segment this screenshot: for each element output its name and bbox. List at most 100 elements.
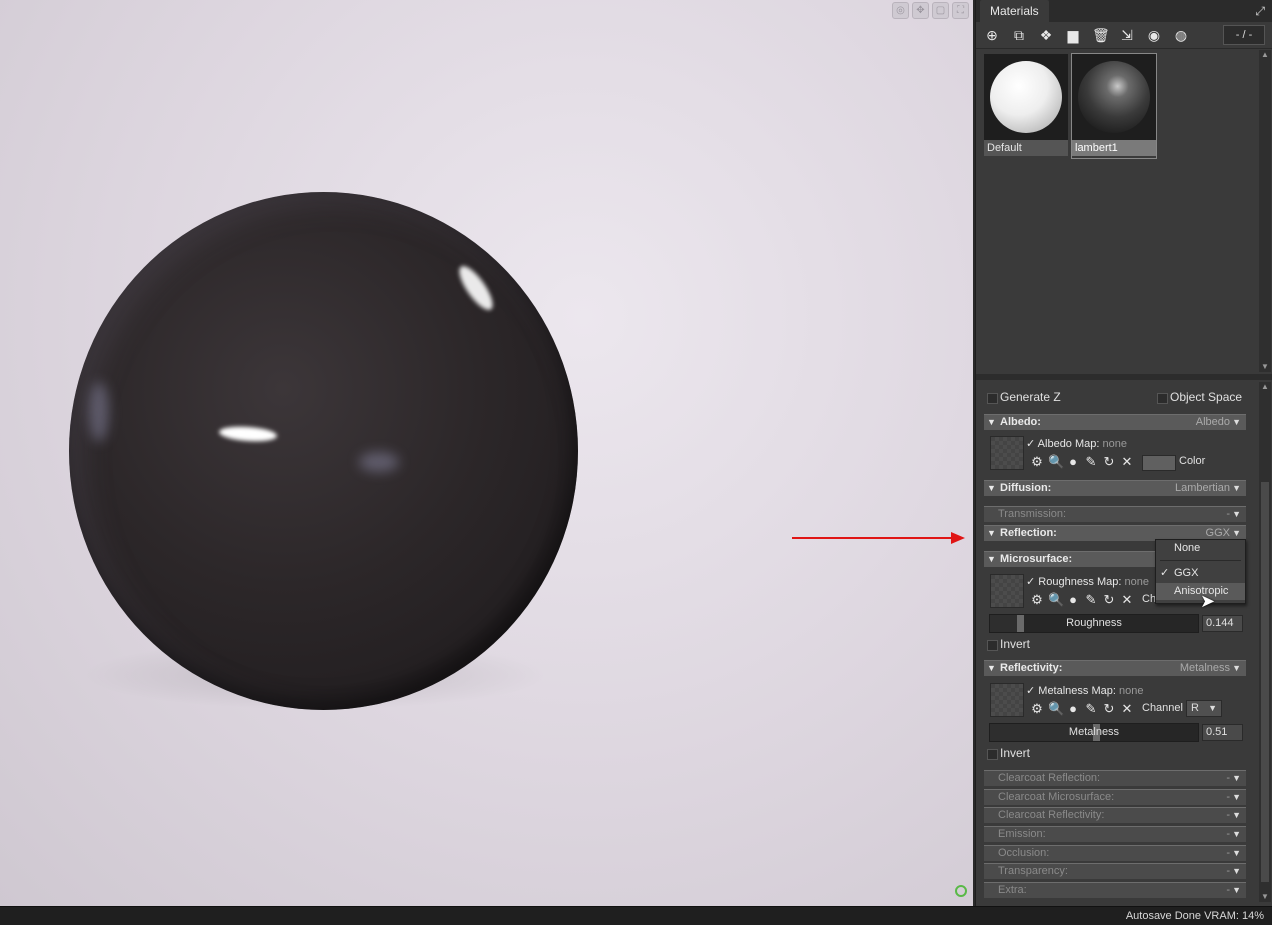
- generate-z-label: Generate Z: [1000, 390, 1061, 404]
- reflectivity-type-select[interactable]: Metalness: [1180, 661, 1230, 676]
- section-transmission[interactable]: Transmission: - ▼: [984, 506, 1246, 522]
- section-value[interactable]: -: [1226, 771, 1230, 786]
- section-value[interactable]: -: [1226, 846, 1230, 861]
- page-counter[interactable]: - / -: [1223, 25, 1265, 45]
- thumbnail-scrollbar[interactable]: ▲ ▼: [1259, 50, 1271, 372]
- object-space-label: Object Space: [1170, 390, 1243, 404]
- preview-sphere[interactable]: [69, 192, 578, 710]
- material-sphere: [1078, 61, 1150, 133]
- albedo-map-slot[interactable]: [990, 436, 1024, 470]
- section-title: Reflection:: [1000, 527, 1057, 539]
- metalness-map-slot[interactable]: [990, 683, 1024, 717]
- gear-icon[interactable]: ⚙: [1030, 702, 1044, 716]
- scroll-down-icon[interactable]: ▼: [1260, 892, 1270, 902]
- albedo-map-tools: ⚙ 🔍 ● ✎ ↻ ✕: [1030, 455, 1134, 469]
- gear-icon[interactable]: ⚙: [1030, 455, 1044, 469]
- albedo-color-swatch[interactable]: [1142, 455, 1176, 471]
- dropdown-option-ggx[interactable]: ✓ GGX: [1156, 565, 1245, 582]
- generate-z-checkbox[interactable]: [987, 393, 998, 404]
- diffusion-type-select[interactable]: Lambertian: [1175, 481, 1230, 496]
- close-icon[interactable]: ✕: [1120, 702, 1134, 716]
- link-icon[interactable]: ◍: [1173, 27, 1189, 43]
- metalness-channel-label: Channel: [1142, 702, 1183, 714]
- eyedropper-icon[interactable]: ●: [1066, 455, 1080, 469]
- material-thumb-lambert1[interactable]: lambert1: [1071, 53, 1157, 159]
- scroll-down-icon[interactable]: ▼: [1260, 362, 1270, 372]
- roughness-invert-checkbox[interactable]: [987, 640, 998, 651]
- section-clearcoat-reflection[interactable]: Clearcoat Reflection: - ▼: [984, 770, 1246, 786]
- camera-icon[interactable]: ◎: [892, 2, 909, 19]
- scrollbar-thumb[interactable]: [1261, 482, 1269, 882]
- select-icon[interactable]: ◉: [1146, 27, 1162, 43]
- annotation-arrow: [792, 537, 952, 539]
- panel-divider[interactable]: [976, 374, 1272, 380]
- close-icon[interactable]: ✕: [1120, 455, 1134, 469]
- section-extra[interactable]: Extra: - ▼: [984, 882, 1246, 898]
- tab-materials[interactable]: Materials: [980, 0, 1049, 22]
- metalness-invert-checkbox[interactable]: [987, 749, 998, 760]
- fullscreen-icon[interactable]: ⛶: [952, 2, 969, 19]
- search-icon[interactable]: 🔍: [1048, 455, 1064, 469]
- eyedropper-icon[interactable]: ●: [1066, 593, 1080, 607]
- metalness-channel-select[interactable]: R ▼: [1186, 700, 1222, 717]
- duplicate-icon[interactable]: ⧉: [1011, 27, 1027, 43]
- metalness-map-value: none: [1119, 685, 1144, 697]
- reload-icon[interactable]: ↻: [1102, 593, 1116, 607]
- section-occlusion[interactable]: Occlusion: - ▼: [984, 845, 1246, 861]
- metalness-slider[interactable]: Metalness: [989, 723, 1199, 742]
- search-icon[interactable]: 🔍: [1048, 702, 1064, 716]
- section-value[interactable]: -: [1226, 790, 1230, 805]
- close-icon[interactable]: ✕: [1120, 593, 1134, 607]
- search-icon[interactable]: 🔍: [1048, 593, 1064, 607]
- annotation-arrow-head: [951, 532, 965, 544]
- section-diffusion[interactable]: ▼ Diffusion: Lambertian ▼: [984, 480, 1246, 496]
- section-transparency[interactable]: Transparency: - ▼: [984, 863, 1246, 879]
- frame-icon[interactable]: ▢: [932, 2, 949, 19]
- dropdown-option-none[interactable]: None: [1156, 540, 1245, 557]
- trash-icon[interactable]: 🗑: [1092, 27, 1110, 43]
- move-icon[interactable]: ✥: [912, 2, 929, 19]
- reflection-highlight: [359, 452, 399, 472]
- material-sphere: [990, 61, 1062, 133]
- albedo-type-select[interactable]: Albedo: [1196, 415, 1230, 430]
- transmission-type-select[interactable]: -: [1226, 507, 1230, 522]
- material-thumb-default[interactable]: Default: [984, 54, 1068, 158]
- collapse-icon: ▼: [987, 663, 996, 673]
- section-clearcoat-microsurface[interactable]: Clearcoat Microsurface: - ▼: [984, 789, 1246, 805]
- roughness-value-field[interactable]: 0.144: [1202, 615, 1243, 632]
- chevron-down-icon: ▼: [1232, 829, 1241, 839]
- object-space-checkbox[interactable]: [1157, 393, 1168, 404]
- scroll-up-icon[interactable]: ▲: [1260, 382, 1270, 392]
- mouse-cursor-icon: ➤: [1200, 591, 1216, 611]
- reload-icon[interactable]: ↻: [1102, 455, 1116, 469]
- import-icon[interactable]: ⇲: [1119, 27, 1135, 43]
- material-thumbnails: Default lambert1: [976, 50, 1248, 374]
- section-value[interactable]: -: [1226, 827, 1230, 842]
- section-reflectivity[interactable]: ▼ Reflectivity: Metalness ▼: [984, 660, 1246, 676]
- roughness-slider[interactable]: Roughness: [989, 614, 1199, 633]
- section-clearcoat-reflectivity[interactable]: Clearcoat Reflectivity: - ▼: [984, 807, 1246, 823]
- 3d-viewport[interactable]: ◎ ✥ ▢ ⛶: [0, 0, 973, 906]
- checker-icon[interactable]: ❖: [1038, 27, 1054, 43]
- pencil-icon[interactable]: ✎: [1084, 455, 1098, 469]
- section-value[interactable]: -: [1226, 883, 1230, 898]
- add-material-icon[interactable]: ⊕: [984, 27, 1000, 43]
- eyedropper-icon[interactable]: ●: [1066, 702, 1080, 716]
- roughness-map-slot[interactable]: [990, 574, 1024, 608]
- chevron-down-icon: ▼: [1232, 866, 1241, 876]
- scroll-up-icon[interactable]: ▲: [1260, 50, 1270, 60]
- folder-icon[interactable]: ▆: [1065, 27, 1081, 43]
- metalness-value-field[interactable]: 0.51: [1202, 724, 1243, 741]
- popout-icon[interactable]: ⤢: [1255, 4, 1265, 19]
- collapse-icon: ▼: [987, 417, 996, 427]
- section-emission[interactable]: Emission: - ▼: [984, 826, 1246, 842]
- pencil-icon[interactable]: ✎: [1084, 702, 1098, 716]
- section-value[interactable]: -: [1226, 808, 1230, 823]
- section-value[interactable]: -: [1226, 864, 1230, 879]
- reload-icon[interactable]: ↻: [1102, 702, 1116, 716]
- properties-scrollbar[interactable]: ▲ ▼: [1259, 382, 1271, 902]
- section-title: Clearcoat Reflection:: [998, 772, 1101, 784]
- section-albedo[interactable]: ▼ Albedo: Albedo ▼: [984, 414, 1246, 430]
- gear-icon[interactable]: ⚙: [1030, 593, 1044, 607]
- pencil-icon[interactable]: ✎: [1084, 593, 1098, 607]
